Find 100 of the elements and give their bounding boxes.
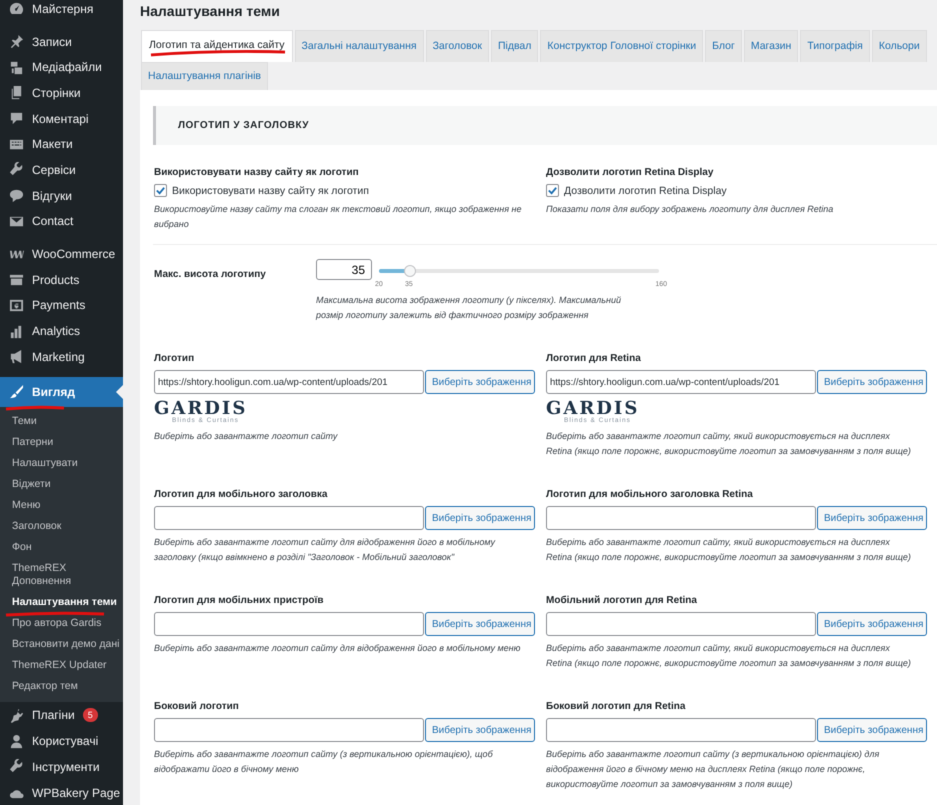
tab[interactable]: Загальні налаштування	[294, 30, 424, 62]
url-input[interactable]	[154, 612, 424, 636]
sidebar-item[interactable]: Analytics	[0, 318, 123, 344]
field-description: Виберіть або завантажте логотип сайту для відображення його в мобільному заголовку (якщо ввімкнено в розділі "Заголовок - Мобільний заголовок"	[154, 536, 496, 564]
wrench-icon	[9, 162, 24, 178]
tab[interactable]: Типографія	[800, 30, 870, 62]
media-icon	[9, 60, 24, 75]
submenu-item[interactable]: ThemeREX Доповнення	[0, 558, 123, 592]
submenu-item[interactable]: Меню	[0, 494, 123, 516]
field-label: Боковий логотип	[154, 701, 240, 712]
checkbox-label: Дозволити логотип Retina Display	[564, 184, 727, 196]
page-title: Налаштування теми	[140, 3, 281, 19]
select-image-button[interactable]: Виберіть зображення	[817, 506, 928, 530]
sidebar-item[interactable]: Коментарі	[0, 106, 123, 132]
tab[interactable]: Налаштування плагінів	[141, 62, 268, 90]
field-description: Виберіть або завантажте логотип сайту (з вертикальною орієнтацією) для відображення його в бічному меню на дисплеях Retina (якщо поле порожнє, використовуйте логотип за замовчуванням з поля вище)	[546, 748, 880, 791]
sidebar-item[interactable]: Відгуки	[0, 182, 123, 208]
field-description: Максимальна висота зображення логотипу (у пікселях). Максимальний розмір логотипу залежить від фактичного розміру зображення	[316, 294, 622, 322]
submenu-item[interactable]: Заголовок	[0, 516, 123, 537]
url-input[interactable]	[154, 718, 424, 742]
submenu-item[interactable]: ThemeREX Updater	[0, 654, 123, 676]
field-description: Виберіть або завантажте логотип сайту	[154, 430, 339, 443]
select-image-button[interactable]: Виберіть зображення	[817, 612, 928, 636]
brush-icon	[9, 384, 24, 400]
submenu-item[interactable]: Встановити демо дані	[0, 634, 123, 655]
submenu-item[interactable]: Теми	[0, 410, 123, 432]
sidebar-item[interactable]: Макети	[0, 131, 123, 158]
sidebar-item[interactable]: Майстерня	[0, 0, 123, 22]
url-input[interactable]	[546, 612, 816, 636]
checkbox-label: Використовувати назву сайту як логотип	[172, 184, 369, 196]
tab[interactable]: Магазин	[744, 30, 798, 62]
url-input[interactable]	[546, 718, 816, 742]
submenu-item[interactable]: Редактор тем	[0, 676, 123, 697]
sidebar-item[interactable]: Сервіси	[0, 157, 123, 183]
sidebar-item[interactable]: Marketing	[0, 344, 123, 370]
tab[interactable]: Підвал	[490, 30, 538, 62]
sidebar-item[interactable]: Сторінки	[0, 80, 123, 106]
field-description: Показати поля для вибору зображень логотипу для дисплея Retina	[546, 203, 834, 216]
select-image-button[interactable]: Виберіть зображення	[817, 370, 928, 394]
checkbox[interactable]	[154, 184, 167, 197]
submenu-item[interactable]: Налаштувати	[0, 452, 123, 474]
number-input[interactable]: 35	[316, 259, 372, 280]
sidebar-item[interactable]: WooCommerce	[0, 241, 123, 267]
sidebar-item[interactable]: Contact	[0, 208, 123, 234]
sidebar-item[interactable]: Записи	[0, 28, 123, 54]
slider-handle[interactable]	[404, 265, 416, 277]
field-label: Логотип для мобільних пристроїв	[154, 595, 324, 606]
megaphone-icon	[9, 349, 24, 364]
sidebar-item[interactable]: Медіафайли	[0, 54, 123, 80]
select-image-button[interactable]: Виберіть зображення	[817, 718, 928, 742]
tab[interactable]: Кольори	[872, 30, 927, 62]
field-description: Виберіть або завантажте логотип сайту, який використовується на дисплеях Retina (якщо поле порожнє, використовуйте логотип за замовчуванням з поля вище)	[546, 430, 912, 458]
sidebar-item[interactable]: Payments	[0, 292, 123, 318]
submenu-item[interactable]: Фон	[0, 536, 123, 558]
submenu-item[interactable]: Про автора Gardis	[0, 612, 123, 634]
field-label: Використовувати назву сайту як логотип	[154, 167, 360, 178]
dashboard-icon	[9, 1, 24, 16]
comment-icon	[9, 111, 24, 126]
url-input[interactable]	[546, 506, 816, 530]
url-input[interactable]: https://shtory.hooligun.com.ua/wp-content/uploads/201	[546, 370, 816, 394]
tab[interactable]: Заголовок	[426, 30, 489, 62]
user-icon	[9, 734, 24, 749]
field-description: Виберіть або завантажте логотип сайту, який використовується на дисплеях Retina (якщо поле порожнє, використовуйте логотип за замовчуванням з поля вище)	[546, 642, 912, 670]
sidebar-item[interactable]: Інструменти	[0, 754, 123, 780]
select-image-button[interactable]: Виберіть зображення	[425, 506, 536, 530]
bars-icon	[9, 324, 24, 339]
field-label: Макс. висота логотипу	[154, 269, 267, 282]
speech-icon	[9, 188, 24, 204]
checkbox[interactable]	[546, 184, 559, 197]
submenu-item[interactable]: Налаштування теми	[0, 592, 123, 613]
field-label: Логотип	[154, 353, 196, 364]
select-image-button[interactable]: Виберіть зображення	[425, 370, 536, 394]
select-image-button[interactable]: Виберіть зображення	[425, 718, 536, 742]
tab[interactable]: Конструктор Головної сторінки	[540, 30, 704, 62]
field-label: Логотип для Retina	[546, 353, 642, 364]
box-icon	[9, 272, 24, 288]
field-label: Мобільний логотип для Retina	[546, 595, 698, 606]
url-input[interactable]: https://shtory.hooligun.com.ua/wp-content/uploads/201	[154, 370, 424, 394]
field-label: Логотип для мобільного заголовка Retina	[546, 489, 754, 500]
field-description: Виберіть або завантажте логотип сайту (з вертикальною орієнтацією), щоб відображати його в бічному меню	[154, 748, 494, 776]
tab[interactable]: Логотип та айдентика сайту	[141, 30, 293, 62]
count-badge: 5	[82, 708, 98, 722]
section-heading: ЛОГОТИП У ЗАГОЛОВКУ	[153, 106, 937, 145]
field-description: Виберіть або завантажте логотип сайту для відображення його в мобільному меню	[154, 642, 522, 655]
field-label: Логотип для мобільного заголовка	[154, 489, 328, 500]
field-label: Боковий логотип для Retina	[546, 701, 686, 712]
wrench-icon	[9, 759, 24, 774]
submenu-item[interactable]: Патерни	[0, 432, 123, 453]
pages-icon	[9, 85, 24, 100]
submenu-item[interactable]: Віджети	[0, 474, 123, 495]
pointer-notch	[116, 384, 123, 399]
field-label: Дозволити логотип Retina Display	[546, 167, 714, 178]
select-image-button[interactable]: Виберіть зображення	[425, 612, 536, 636]
url-input[interactable]	[154, 506, 424, 530]
sidebar-item[interactable]: Плагіни 5	[0, 702, 123, 728]
sidebar-item[interactable]: WPBakery Page	[0, 780, 123, 805]
pin-icon	[9, 34, 24, 50]
sidebar-item[interactable]: Products	[0, 266, 123, 293]
sidebar-item[interactable]: Користувачі	[0, 728, 123, 754]
tab[interactable]: Блог	[705, 30, 742, 62]
